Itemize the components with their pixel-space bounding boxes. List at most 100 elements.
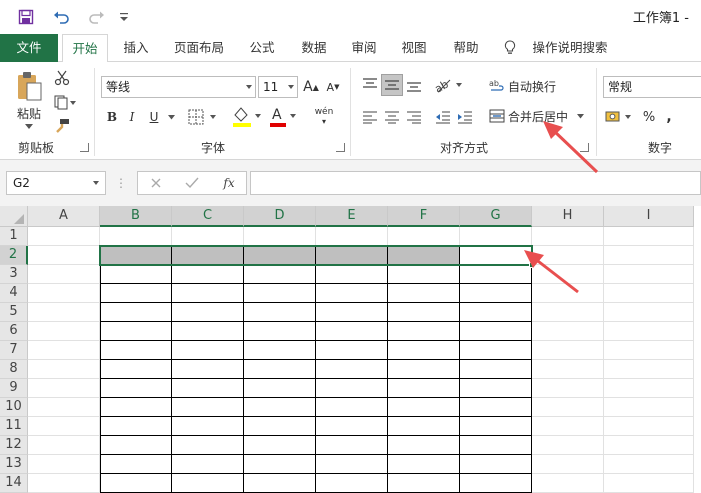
- cell-e1[interactable]: [316, 227, 388, 246]
- cancel-icon[interactable]: [146, 174, 166, 192]
- column-header-a[interactable]: A: [28, 206, 100, 227]
- format-painter-icon[interactable]: [52, 116, 72, 136]
- cell-i4[interactable]: [604, 284, 694, 303]
- cell-g2[interactable]: [460, 246, 532, 265]
- cell-f14[interactable]: [388, 474, 460, 493]
- cell-i10[interactable]: [604, 398, 694, 417]
- cell-h8[interactable]: [532, 360, 604, 379]
- cell-d4[interactable]: [244, 284, 316, 303]
- cell-b13[interactable]: [100, 455, 172, 474]
- cell-f7[interactable]: [388, 341, 460, 360]
- formula-bar-grip-icon[interactable]: ⋮: [115, 173, 127, 193]
- cell-a12[interactable]: [28, 436, 100, 455]
- cell-i7[interactable]: [604, 341, 694, 360]
- cell-g13[interactable]: [460, 455, 532, 474]
- tab-review[interactable]: 审阅: [344, 34, 384, 62]
- underline-button[interactable]: U: [146, 106, 162, 128]
- cut-icon[interactable]: [52, 68, 72, 88]
- cell-a1[interactable]: [28, 227, 100, 246]
- align-right-icon[interactable]: [403, 106, 425, 128]
- cell-e7[interactable]: [316, 341, 388, 360]
- cell-i3[interactable]: [604, 265, 694, 284]
- tab-view[interactable]: 视图: [394, 34, 434, 62]
- cell-g1[interactable]: [460, 227, 532, 246]
- cell-e11[interactable]: [316, 417, 388, 436]
- cell-h1[interactable]: [532, 227, 604, 246]
- cell-h5[interactable]: [532, 303, 604, 322]
- row-header-6[interactable]: 6: [0, 322, 28, 341]
- cell-b2[interactable]: [100, 246, 172, 265]
- font-color-icon[interactable]: A: [268, 104, 300, 128]
- cell-a11[interactable]: [28, 417, 100, 436]
- cell-i8[interactable]: [604, 360, 694, 379]
- cell-g9[interactable]: [460, 379, 532, 398]
- paste-dropdown-icon[interactable]: [24, 122, 34, 132]
- cell-e6[interactable]: [316, 322, 388, 341]
- cell-f4[interactable]: [388, 284, 460, 303]
- decrease-font-icon[interactable]: A ▼: [324, 76, 342, 98]
- cell-a9[interactable]: [28, 379, 100, 398]
- paste-button[interactable]: 粘贴: [12, 106, 46, 121]
- cell-f2[interactable]: [388, 246, 460, 265]
- cell-b7[interactable]: [100, 341, 172, 360]
- row-header-7[interactable]: 7: [0, 341, 28, 360]
- cell-b8[interactable]: [100, 360, 172, 379]
- column-header-i[interactable]: I: [604, 206, 694, 227]
- cell-c7[interactable]: [172, 341, 244, 360]
- cell-f8[interactable]: [388, 360, 460, 379]
- cell-i5[interactable]: [604, 303, 694, 322]
- cell-d12[interactable]: [244, 436, 316, 455]
- middle-align-icon[interactable]: [381, 74, 403, 96]
- cell-i11[interactable]: [604, 417, 694, 436]
- cell-i12[interactable]: [604, 436, 694, 455]
- cell-g10[interactable]: [460, 398, 532, 417]
- cell-f9[interactable]: [388, 379, 460, 398]
- cell-g11[interactable]: [460, 417, 532, 436]
- cell-h7[interactable]: [532, 341, 604, 360]
- cell-d6[interactable]: [244, 322, 316, 341]
- cell-b3[interactable]: [100, 265, 172, 284]
- merge-center-dropdown-icon[interactable]: [574, 106, 586, 126]
- orientation-icon[interactable]: ab: [432, 74, 468, 96]
- cell-a4[interactable]: [28, 284, 100, 303]
- font-name-select[interactable]: 等线: [101, 76, 256, 98]
- wrap-text-button[interactable]: 自动换行: [508, 76, 570, 96]
- tab-home[interactable]: 开始: [62, 34, 108, 63]
- cell-f13[interactable]: [388, 455, 460, 474]
- cell-g5[interactable]: [460, 303, 532, 322]
- formula-input[interactable]: [250, 171, 701, 195]
- lightbulb-icon[interactable]: [503, 34, 517, 62]
- cell-e10[interactable]: [316, 398, 388, 417]
- tab-insert[interactable]: 插入: [116, 34, 156, 62]
- cell-i1[interactable]: [604, 227, 694, 246]
- cell-b11[interactable]: [100, 417, 172, 436]
- column-header-b[interactable]: B: [100, 206, 172, 227]
- cell-f3[interactable]: [388, 265, 460, 284]
- enter-icon[interactable]: [182, 174, 202, 192]
- column-header-c[interactable]: C: [172, 206, 244, 227]
- tab-help[interactable]: 帮助: [446, 34, 486, 62]
- alignment-launcher-icon[interactable]: [580, 143, 589, 152]
- tab-file[interactable]: 文件: [0, 34, 58, 62]
- cell-d7[interactable]: [244, 341, 316, 360]
- column-header-h[interactable]: H: [532, 206, 604, 227]
- cell-d11[interactable]: [244, 417, 316, 436]
- row-header-1[interactable]: 1: [0, 227, 28, 246]
- cell-e3[interactable]: [316, 265, 388, 284]
- column-header-e[interactable]: E: [316, 206, 388, 227]
- customize-icon[interactable]: [116, 6, 132, 28]
- row-header-12[interactable]: 12: [0, 436, 28, 455]
- bold-button[interactable]: B: [104, 106, 120, 128]
- cell-e5[interactable]: [316, 303, 388, 322]
- cell-h11[interactable]: [532, 417, 604, 436]
- row-header-9[interactable]: 9: [0, 379, 28, 398]
- cell-d5[interactable]: [244, 303, 316, 322]
- cell-c5[interactable]: [172, 303, 244, 322]
- borders-icon[interactable]: [186, 106, 222, 128]
- cell-h13[interactable]: [532, 455, 604, 474]
- cell-g6[interactable]: [460, 322, 532, 341]
- tab-formulas[interactable]: 公式: [242, 34, 282, 62]
- top-align-icon[interactable]: [359, 74, 381, 96]
- accounting-format-icon[interactable]: [604, 106, 636, 128]
- cell-c10[interactable]: [172, 398, 244, 417]
